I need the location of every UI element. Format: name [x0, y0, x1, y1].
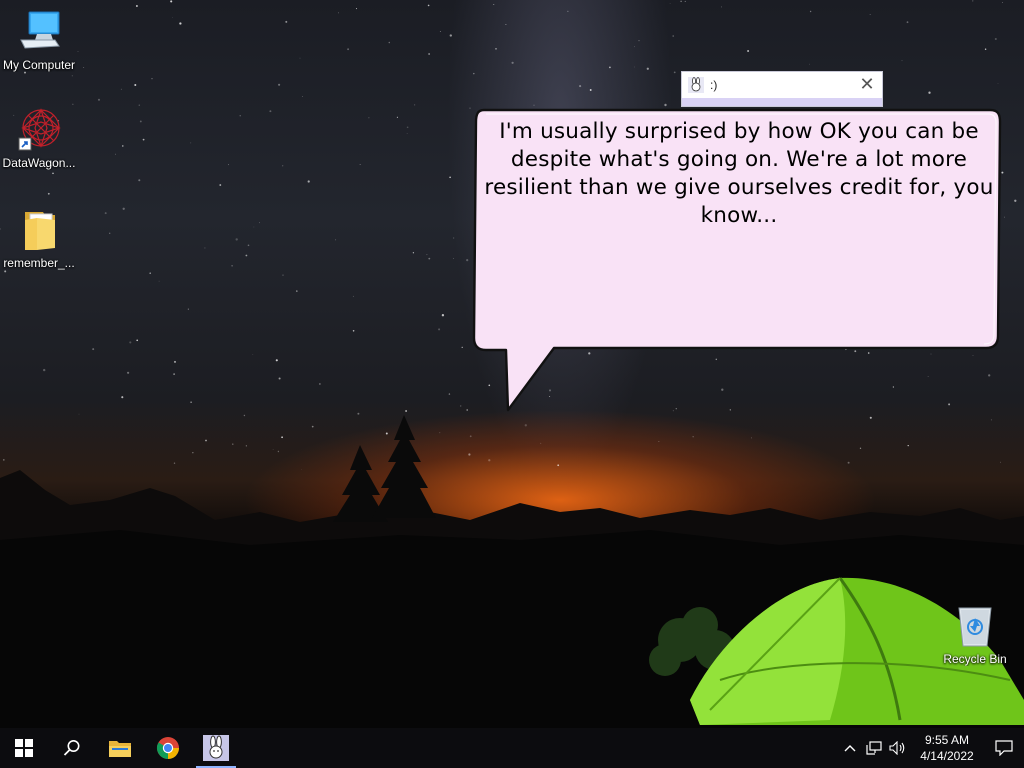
- desktop-icon-remember-folder[interactable]: remember_...: [0, 206, 78, 270]
- chrome-icon: [157, 737, 179, 759]
- character-app-button[interactable]: [192, 728, 240, 768]
- recycle-bin-icon: [951, 602, 999, 650]
- network-icon[interactable]: [862, 728, 886, 768]
- search-icon: [63, 740, 80, 756]
- clock-time: 9:55 AM: [924, 733, 970, 747]
- clock-date: 4/14/2022: [920, 749, 974, 763]
- windows-logo-icon: [15, 739, 33, 757]
- character-window[interactable]: :) ✕: [681, 71, 883, 107]
- volume-icon[interactable]: [886, 728, 910, 768]
- window-titlebar[interactable]: :): [682, 72, 882, 98]
- chevron-up-icon[interactable]: [838, 728, 862, 768]
- datawagon-icon: [15, 106, 63, 154]
- notification-icon: [995, 740, 1013, 756]
- bunny-icon: [203, 735, 229, 761]
- window-title: :): [710, 78, 718, 92]
- desktop-icon-label: Recycle Bin: [943, 652, 1007, 666]
- search-button[interactable]: [48, 728, 96, 768]
- monitor-icon: [15, 8, 63, 56]
- bunny-icon: [688, 77, 704, 93]
- desktop-icon-label: DataWagon...: [2, 156, 76, 170]
- folder-icon: [109, 741, 131, 757]
- taskbar: 9:55 AM 4/14/2022: [0, 728, 1024, 768]
- chrome-button[interactable]: [144, 728, 192, 768]
- desktop-icon-recycle-bin[interactable]: Recycle Bin: [936, 602, 1014, 666]
- desktop-icon-label: My Computer: [2, 58, 76, 72]
- file-explorer-button[interactable]: [96, 728, 144, 768]
- system-tray: 9:55 AM 4/14/2022: [838, 728, 1024, 768]
- folder-icon: [15, 206, 63, 254]
- speech-bubble-text: I'm usually surprised by how OK you can …: [484, 119, 994, 228]
- notification-button[interactable]: [984, 728, 1024, 768]
- desktop-icon-datawagon[interactable]: DataWagon...: [0, 106, 78, 170]
- desktop-icon-label: remember_...: [3, 256, 75, 270]
- start-button[interactable]: [0, 728, 48, 768]
- desktop-icon-my-computer[interactable]: My Computer: [0, 8, 78, 72]
- close-icon[interactable]: ✕: [858, 75, 876, 93]
- clock[interactable]: 9:55 AM 4/14/2022: [910, 732, 984, 764]
